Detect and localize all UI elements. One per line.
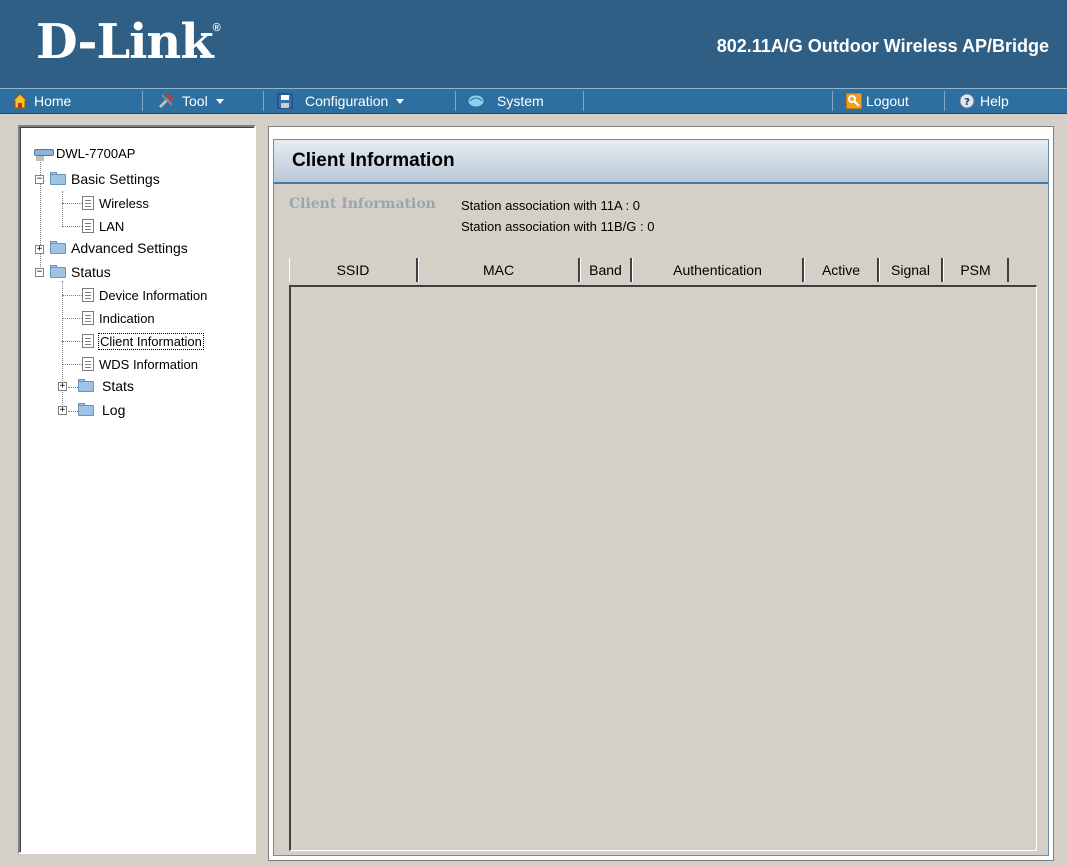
- menu-tool-label: Tool: [182, 93, 208, 109]
- collapse-icon[interactable]: −: [35, 175, 44, 184]
- expand-icon[interactable]: +: [58, 382, 67, 391]
- menu-system-label: System: [497, 93, 544, 109]
- tree-item-label: Indication: [99, 310, 155, 326]
- menu-separator: [944, 91, 945, 111]
- menu-help-label: Help: [980, 93, 1009, 109]
- navigation-tree: DWL-7700AP − Basic Settings Wireless LAN…: [18, 125, 256, 854]
- menu-separator: [832, 91, 833, 111]
- tree-connector: [62, 203, 82, 204]
- column-header-signal[interactable]: Signal: [879, 258, 943, 282]
- folder-open-icon: [50, 172, 68, 186]
- menu-separator: [263, 91, 264, 111]
- floppy-disk-icon: [277, 93, 293, 109]
- tree-item-label: Stats: [102, 378, 134, 394]
- assoc-11bg-text: Station association with 11B/G : 0: [461, 219, 655, 234]
- tree-item-label: Basic Settings: [71, 171, 160, 187]
- tree-item-log[interactable]: Log: [78, 401, 125, 419]
- menu-help[interactable]: ? Help: [958, 89, 1009, 113]
- tree-item-label: Status: [71, 264, 111, 280]
- access-point-icon: [34, 144, 56, 162]
- tree-item-label: Log: [102, 402, 126, 418]
- globe-icon: [467, 94, 485, 108]
- menu-logout[interactable]: Logout: [846, 89, 909, 113]
- section-label: Client Information: [289, 196, 436, 212]
- client-table-header: SSID MAC Band Authentication Active Sign…: [289, 258, 1037, 282]
- tree-item-label: WDS Information: [99, 356, 198, 372]
- assoc-11a-text: Station association with 11A : 0: [461, 198, 640, 213]
- tree-connector: [62, 364, 82, 365]
- product-title: 802.11A/G Outdoor Wireless AP/Bridge: [716, 36, 1049, 56]
- tree-connector: [62, 295, 82, 296]
- menubar: Home Tool Configuration System Logout ? …: [0, 88, 1067, 114]
- folder-open-icon: [50, 265, 68, 279]
- document-icon: [82, 357, 94, 371]
- folder-icon: [78, 403, 96, 417]
- tree-item-stats[interactable]: Stats: [78, 377, 134, 395]
- expand-icon[interactable]: +: [58, 406, 67, 415]
- menu-separator: [583, 91, 584, 111]
- collapse-icon[interactable]: −: [35, 268, 44, 277]
- tree-connector: [62, 281, 63, 413]
- menu-separator: [142, 91, 143, 111]
- tree-item-lan[interactable]: LAN: [82, 217, 124, 235]
- menu-home-label: Home: [34, 93, 72, 109]
- tree-item-label: LAN: [99, 218, 125, 234]
- tree-item-advanced-settings[interactable]: Advanced Settings: [50, 239, 188, 257]
- svg-text:?: ?: [964, 97, 970, 108]
- document-icon: [82, 196, 94, 210]
- tree-item-wireless[interactable]: Wireless: [82, 194, 149, 212]
- tree-connector: [62, 318, 82, 319]
- page-title: Client Information: [292, 150, 455, 171]
- help-icon: ?: [959, 93, 975, 109]
- column-header-psm[interactable]: PSM: [943, 258, 1009, 282]
- folder-icon: [50, 241, 68, 255]
- content-panel: Client Information Client Information St…: [268, 126, 1054, 861]
- folder-icon: [78, 379, 96, 393]
- tool-icon: [158, 93, 174, 109]
- menu-separator: [455, 91, 456, 111]
- key-icon: [846, 93, 862, 109]
- tree-item-label: Advanced Settings: [71, 240, 188, 256]
- document-icon: [82, 288, 94, 302]
- tree-item-label: Device Information: [99, 287, 208, 303]
- dlink-logo: D-Link®: [36, 14, 221, 70]
- menu-logout-label: Logout: [866, 93, 909, 109]
- tree-item-status[interactable]: Status: [50, 263, 111, 281]
- menu-configuration[interactable]: Configuration: [277, 89, 405, 113]
- tree-item-label: Client Information: [98, 332, 204, 350]
- column-header-ssid[interactable]: SSID: [289, 258, 418, 282]
- tree-connector: [62, 191, 63, 227]
- column-header-active[interactable]: Active: [804, 258, 879, 282]
- client-table-body: [289, 285, 1037, 851]
- tree-connector: [62, 341, 82, 342]
- document-icon: [82, 311, 94, 325]
- content-frame: Client Information Client Information St…: [273, 139, 1049, 856]
- tree-item-client-information[interactable]: Client Information: [82, 332, 204, 350]
- tree-item-basic-settings[interactable]: Basic Settings: [50, 170, 160, 188]
- chevron-down-icon: [396, 98, 405, 104]
- tree-item-label: DWL-7700AP: [56, 145, 136, 161]
- menu-configuration-label: Configuration: [305, 93, 389, 109]
- tree-connector: [62, 226, 82, 227]
- column-header-authentication[interactable]: Authentication: [632, 258, 804, 282]
- tree-item-label: Wireless: [99, 195, 149, 211]
- header-banner: D-Link® 802.11A/G Outdoor Wireless AP/Br…: [0, 0, 1067, 88]
- chevron-down-icon: [215, 98, 224, 104]
- menu-system[interactable]: System: [467, 89, 544, 113]
- menu-home[interactable]: Home: [12, 89, 71, 113]
- tree-item-device-information[interactable]: Device Information: [82, 286, 207, 304]
- column-header-mac[interactable]: MAC: [418, 258, 580, 282]
- expand-icon[interactable]: +: [35, 245, 44, 254]
- page-title-bar: Client Information: [274, 140, 1048, 184]
- menu-tool[interactable]: Tool: [158, 89, 224, 113]
- tree-item-indication[interactable]: Indication: [82, 309, 155, 327]
- tree-item-wds-information[interactable]: WDS Information: [82, 355, 198, 373]
- column-header-band[interactable]: Band: [580, 258, 632, 282]
- document-icon: [82, 334, 94, 348]
- tree-item-dwl-7700ap[interactable]: DWL-7700AP: [34, 144, 135, 162]
- home-icon: [12, 93, 28, 109]
- document-icon: [82, 219, 94, 233]
